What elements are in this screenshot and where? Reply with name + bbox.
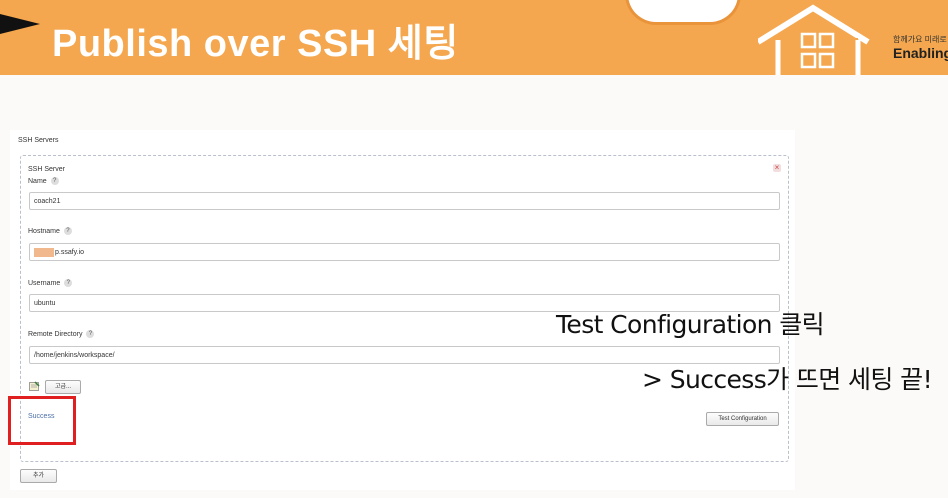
remote-dir-label: Remote Directory xyxy=(28,330,83,338)
username-label-row: Username? xyxy=(28,279,73,287)
help-icon[interactable]: ? xyxy=(63,227,72,235)
delete-server-icon[interactable]: × xyxy=(773,164,781,172)
name-input[interactable]: coach21 xyxy=(29,192,780,210)
username-label: Username xyxy=(28,279,61,287)
help-icon[interactable]: ? xyxy=(86,330,95,338)
redacted-block xyxy=(34,247,54,257)
annotation-line-2: > Success가 뜨면 세팅 끝! xyxy=(642,365,933,394)
banner-arrow-icon xyxy=(0,14,40,34)
hostname-input[interactable]: p.ssafy.io xyxy=(29,243,780,261)
add-server-button[interactable]: 추가 xyxy=(20,469,57,483)
banner-title: Publish over SSH 세팅 xyxy=(52,23,459,65)
name-label-row: Name? xyxy=(28,177,59,185)
name-label: Name xyxy=(28,177,47,185)
help-icon[interactable]: ? xyxy=(64,279,73,287)
ssh-server-label: SSH Server xyxy=(28,166,65,173)
hostname-label: Hostname xyxy=(28,227,60,235)
notepad-icon[interactable] xyxy=(29,381,40,391)
cloud-icon xyxy=(625,0,741,25)
house-logo-icon xyxy=(758,4,870,75)
test-configuration-button[interactable]: Test Configuration xyxy=(706,412,779,426)
remote-dir-label-row: Remote Directory? xyxy=(28,330,95,338)
success-highlight-box xyxy=(8,396,76,445)
logo-tagline: 함께가요 미래로 xyxy=(893,35,947,44)
hostname-label-row: Hostname? xyxy=(28,227,72,235)
help-icon[interactable]: ? xyxy=(50,177,59,185)
annotation-line-1: Test Configuration 클릭 xyxy=(556,310,825,339)
title-banner: Publish over SSH 세팅 함께가요 미래로 Enabling xyxy=(0,0,948,75)
ssh-servers-label: SSH Servers xyxy=(18,137,59,144)
logo-wordmark: Enabling xyxy=(893,45,948,61)
hostname-value: p.ssafy.io xyxy=(55,249,85,256)
advanced-button[interactable]: 고급... xyxy=(45,380,81,394)
